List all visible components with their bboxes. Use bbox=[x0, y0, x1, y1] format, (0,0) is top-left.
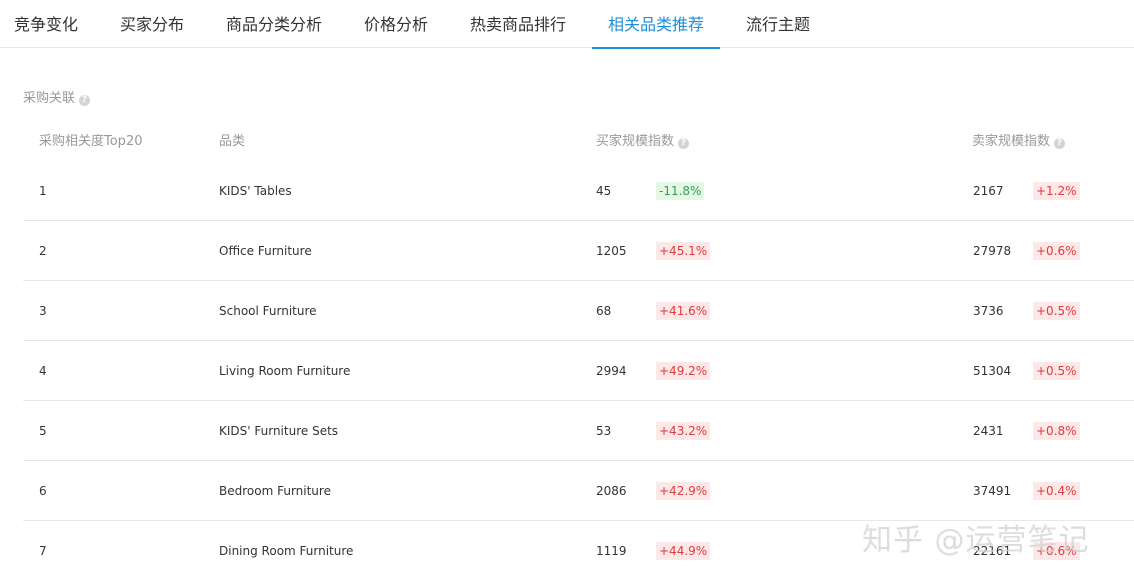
tab-price-analysis[interactable]: 价格分析 bbox=[364, 0, 428, 48]
help-icon[interactable]: ? bbox=[1054, 138, 1066, 149]
seller-index-cell: 27978 bbox=[973, 244, 1012, 258]
help-icon[interactable]: ? bbox=[79, 95, 91, 106]
tab-hot-products-ranking[interactable]: 热卖商品排行 bbox=[470, 0, 566, 48]
seller-index-cell: 2431 bbox=[973, 424, 1004, 438]
header-category: 品类 bbox=[219, 134, 246, 149]
buyer-change-badge: +41.6% bbox=[656, 302, 711, 320]
seller-change-badge: +0.5% bbox=[1033, 362, 1080, 380]
seller-change-badge: +0.6% bbox=[1033, 242, 1080, 260]
seller-index-cell: 3736 bbox=[973, 304, 1004, 318]
table-row[interactable]: 5 KIDS' Furniture Sets 53 +43.2% 2431 +0.8% bbox=[23, 401, 1134, 461]
table-row[interactable]: 2 Office Furniture 1205 +45.1% 27978 +0.6% bbox=[23, 221, 1134, 281]
rank-cell: 7 bbox=[39, 544, 47, 558]
tab-related-category-recommendation[interactable]: 相关品类推荐 bbox=[591, 0, 721, 49]
category-cell[interactable]: Living Room Furniture bbox=[219, 341, 350, 401]
category-cell[interactable]: KIDS' Furniture Sets bbox=[219, 401, 338, 461]
tab-product-category-analysis[interactable]: 商品分类分析 bbox=[226, 0, 322, 48]
seller-change-badge: +0.4% bbox=[1033, 482, 1080, 500]
header-seller-index: 卖家规模指数? bbox=[972, 130, 1066, 149]
seller-change-badge: +0.5% bbox=[1033, 302, 1080, 320]
header-buyer-index: 买家规模指数? bbox=[596, 130, 690, 149]
header-buyer-index-label: 买家规模指数 bbox=[596, 134, 675, 149]
seller-change-badge: +0.8% bbox=[1033, 422, 1080, 440]
tab-buyer-distribution[interactable]: 买家分布 bbox=[120, 0, 184, 48]
table-row[interactable]: 3 School Furniture 68 +41.6% 3736 +0.5% bbox=[23, 281, 1134, 341]
seller-index-cell: 22161 bbox=[973, 544, 1012, 558]
buyer-change-badge: +45.1% bbox=[656, 242, 711, 260]
rank-cell: 2 bbox=[39, 244, 47, 258]
seller-change-badge: +0.6% bbox=[1033, 542, 1080, 560]
buyer-change-badge: +43.2% bbox=[656, 422, 711, 440]
page: 竞争变化 买家分布 商品分类分析 价格分析 热卖商品排行 相关品类推荐 流行主题… bbox=[0, 0, 1134, 582]
table-row[interactable]: 6 Bedroom Furniture 2086 +42.9% 37491 +0.4% bbox=[23, 461, 1134, 521]
category-cell[interactable]: KIDS' Tables bbox=[219, 161, 292, 221]
seller-change-badge: +1.2% bbox=[1033, 182, 1080, 200]
table-row[interactable]: 1 KIDS' Tables 45 -11.8% 2167 +1.2% bbox=[23, 161, 1134, 221]
table-row[interactable]: 7 Dining Room Furniture 1119 +44.9% 22161 +0.… bbox=[23, 521, 1134, 581]
seller-index-cell: 37491 bbox=[973, 484, 1012, 498]
rank-cell: 5 bbox=[39, 424, 47, 438]
rank-cell: 3 bbox=[39, 304, 47, 318]
buyer-change-badge: -11.8% bbox=[656, 182, 705, 200]
tab-trending-themes[interactable]: 流行主题 bbox=[746, 0, 810, 48]
buyer-change-badge: +49.2% bbox=[656, 362, 711, 380]
buyer-index-cell: 68 bbox=[596, 304, 612, 318]
buyer-index-cell: 2086 bbox=[596, 484, 627, 498]
category-cell[interactable]: School Furniture bbox=[219, 281, 317, 341]
buyer-index-cell: 1119 bbox=[596, 544, 627, 558]
header-seller-index-label: 卖家规模指数 bbox=[972, 134, 1051, 149]
category-cell[interactable]: Office Furniture bbox=[219, 221, 312, 281]
rank-cell: 4 bbox=[39, 364, 47, 378]
buyer-index-cell: 2994 bbox=[596, 364, 627, 378]
section-title: 采购关联? bbox=[23, 87, 91, 106]
seller-index-cell: 2167 bbox=[973, 184, 1004, 198]
buyer-index-cell: 1205 bbox=[596, 244, 627, 258]
help-icon[interactable]: ? bbox=[678, 138, 690, 149]
buyer-change-badge: +44.9% bbox=[656, 542, 711, 560]
category-cell[interactable]: Bedroom Furniture bbox=[219, 461, 331, 521]
buyer-change-badge: +42.9% bbox=[656, 482, 711, 500]
table-row[interactable]: 4 Living Room Furniture 2994 +49.2% 51304 +0.… bbox=[23, 341, 1134, 401]
category-cell[interactable]: Dining Room Furniture bbox=[219, 521, 353, 581]
tab-competition-change[interactable]: 竞争变化 bbox=[14, 0, 78, 48]
seller-index-cell: 51304 bbox=[973, 364, 1012, 378]
header-rank: 采购相关度Top20 bbox=[39, 134, 143, 149]
buyer-index-cell: 45 bbox=[596, 184, 612, 198]
rank-cell: 1 bbox=[39, 184, 47, 198]
tab-bar: 竞争变化 买家分布 商品分类分析 价格分析 热卖商品排行 相关品类推荐 流行主题 bbox=[0, 0, 1134, 49]
section-title-text: 采购关联 bbox=[23, 91, 76, 106]
buyer-index-cell: 53 bbox=[596, 424, 612, 438]
rank-cell: 6 bbox=[39, 484, 47, 498]
